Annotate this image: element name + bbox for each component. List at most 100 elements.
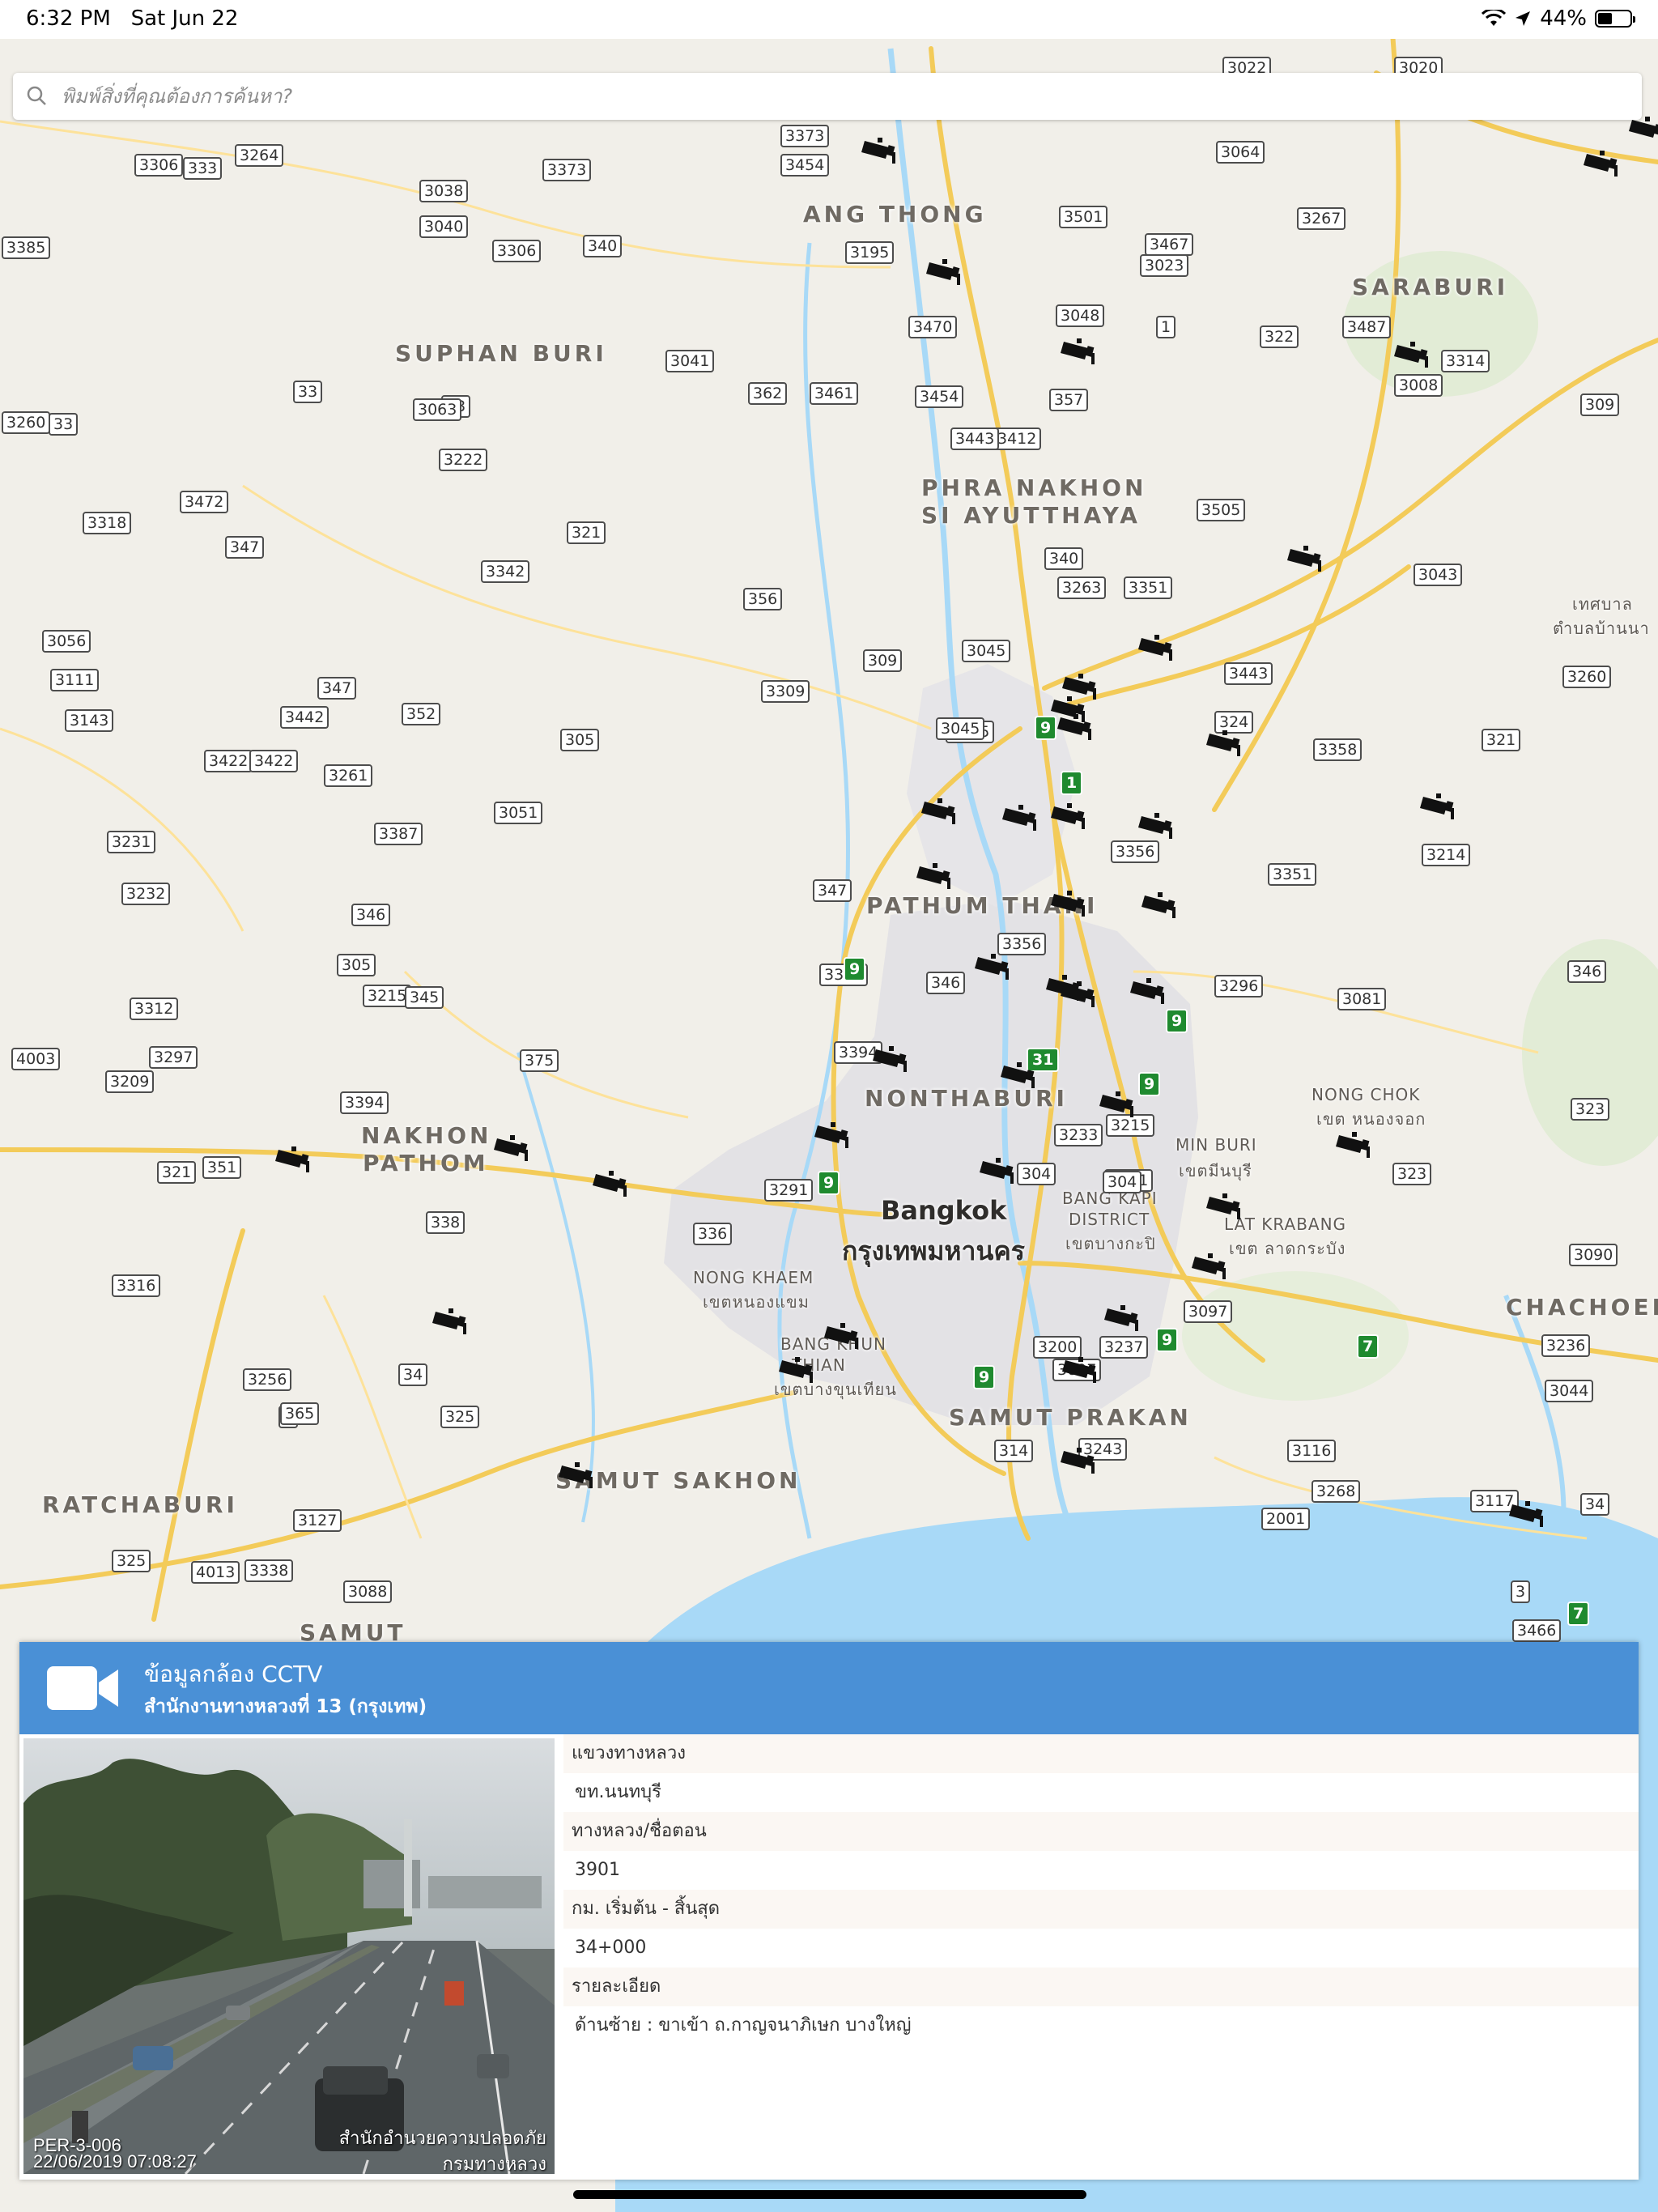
cctv-camera-icon[interactable] xyxy=(492,1134,533,1163)
cctv-camera-icon[interactable] xyxy=(274,1145,314,1174)
place-label: SUPHAN BURI xyxy=(395,340,607,367)
status-time: 6:32 PM Sat Jun 22 xyxy=(26,6,239,31)
cctv-camera-icon[interactable] xyxy=(777,1355,818,1385)
place-label: ตำบลบ้านนา xyxy=(1553,619,1650,638)
route-shield: 3264 xyxy=(235,144,284,167)
route-shield: 3214 xyxy=(1422,844,1471,866)
route-shield: 3385 xyxy=(2,236,51,259)
place-label: เขตมีนบุรี xyxy=(1179,1161,1252,1180)
cctv-camera-icon[interactable] xyxy=(1059,337,1099,366)
cctv-camera-icon[interactable] xyxy=(978,1156,1018,1185)
route-shield: 314 xyxy=(994,1440,1034,1462)
cctv-camera-icon[interactable] xyxy=(1001,803,1041,832)
route-shield: 3443 xyxy=(950,428,1000,450)
route-shield: 3143 xyxy=(65,709,114,732)
route-shield: 3505 xyxy=(1197,499,1246,521)
route-shield: 2001 xyxy=(1261,1508,1311,1530)
route-shield: 3394 xyxy=(340,1091,389,1114)
cctv-camera-icon[interactable] xyxy=(1140,891,1180,920)
search-bar[interactable] xyxy=(13,73,1642,120)
route-shield: 323 xyxy=(1392,1163,1432,1185)
route-shield: 3116 xyxy=(1287,1440,1337,1462)
route-shield: 33 xyxy=(49,413,79,436)
green-route-shield: 1 xyxy=(1061,771,1083,795)
cctv-camera-icon[interactable] xyxy=(1334,1130,1375,1159)
cctv-camera-icon[interactable] xyxy=(1059,1446,1099,1475)
place-label: SI AYUTTHAYA xyxy=(921,502,1141,529)
route-shield: 323 xyxy=(1571,1098,1610,1121)
route-shield: 3291 xyxy=(764,1179,814,1202)
cctv-camera-icon[interactable] xyxy=(1061,1355,1101,1385)
cctv-camera-icon[interactable] xyxy=(1286,544,1326,573)
battery-percent: 44% xyxy=(1540,6,1587,31)
cctv-camera-icon[interactable] xyxy=(1129,976,1169,1006)
place-label: เขต ลาดกระบัง xyxy=(1229,1239,1346,1258)
cctv-camera-icon[interactable] xyxy=(1103,1304,1143,1333)
cctv-camera-icon[interactable] xyxy=(871,1044,912,1074)
cctv-camera-icon[interactable] xyxy=(860,136,900,165)
place-label: เขตหนองแขม xyxy=(703,1292,810,1312)
search-input[interactable] xyxy=(62,76,1642,117)
cctv-camera-icon[interactable] xyxy=(1582,149,1622,178)
cctv-camera-icon[interactable] xyxy=(813,1121,853,1150)
route-shield: 340 xyxy=(1044,547,1084,570)
battery-icon xyxy=(1595,10,1635,28)
place-label: SARABURI xyxy=(1352,274,1509,300)
cctv-camera-icon[interactable] xyxy=(1098,1090,1138,1119)
route-shield: 321 xyxy=(567,521,606,544)
cctv-camera-icon[interactable] xyxy=(999,1061,1039,1090)
place-label: ANG THONG xyxy=(803,201,987,228)
green-route-shield: 9 xyxy=(818,1171,840,1195)
cctv-camera-icon[interactable] xyxy=(1205,1192,1245,1221)
cctv-camera-icon[interactable] xyxy=(591,1169,631,1198)
status-indicators: 44% xyxy=(1482,6,1635,31)
route-shield: 3373 xyxy=(542,159,592,181)
route-shield: 3358 xyxy=(1313,738,1363,761)
route-shield: 3097 xyxy=(1184,1300,1233,1323)
cctv-camera-icon[interactable] xyxy=(920,797,960,826)
cctv-camera-icon[interactable] xyxy=(925,257,965,287)
cctv-camera-icon[interactable] xyxy=(431,1307,471,1336)
route-shield: 3040 xyxy=(419,215,469,238)
route-shield: 325 xyxy=(112,1550,151,1572)
route-shield: 3237 xyxy=(1099,1336,1149,1359)
route-shield: 3467 xyxy=(1145,233,1194,256)
route-shield: 3422 xyxy=(249,750,299,772)
cctv-camera-icon[interactable] xyxy=(1049,802,1090,831)
route-shield: 3351 xyxy=(1268,863,1317,886)
cctv-camera-icon[interactable] xyxy=(1205,729,1245,758)
cctv-camera-icon[interactable] xyxy=(1392,340,1433,369)
home-indicator[interactable] xyxy=(573,2190,1086,2199)
cctv-camera-icon[interactable] xyxy=(1418,792,1459,821)
cctv-camera-icon[interactable] xyxy=(1137,633,1177,662)
green-route-shield: 9 xyxy=(844,957,866,981)
place-label: กรุงเทพมหานคร xyxy=(842,1236,1025,1266)
cctv-camera-icon[interactable] xyxy=(973,952,1014,981)
cctv-camera-icon[interactable] xyxy=(915,861,955,891)
field-value-km: 34+000 xyxy=(563,1929,1639,1967)
panel-body: PER-3-006 22/06/2019 07:08:27 สำนักอำนวย… xyxy=(19,1734,1639,2180)
field-value-detail: ด้านซ้าย : ขาเข้า ถ.กาญจนาภิเษก บางใหญ่ xyxy=(563,2006,1639,2045)
route-shield: 3231 xyxy=(107,831,156,853)
cctv-camera-icon[interactable] xyxy=(1056,713,1096,742)
route-shield: 3081 xyxy=(1337,988,1387,1010)
route-shield: 3236 xyxy=(1541,1334,1591,1357)
cctv-camera-icon[interactable] xyxy=(1507,1499,1548,1529)
route-shield: 347 xyxy=(317,677,357,700)
cctv-camera-icon[interactable] xyxy=(1190,1252,1231,1281)
cctv-camera-icon[interactable] xyxy=(1059,980,1099,1009)
route-shield: 3306 xyxy=(492,240,542,262)
field-label-km: กม. เริ่มต้น - สิ้นสุด xyxy=(563,1890,1639,1929)
route-shield: 3008 xyxy=(1394,374,1443,397)
panel-title: ข้อมูลกล้อง CCTV xyxy=(144,1661,323,1687)
route-shield: 3373 xyxy=(780,125,830,147)
snapshot-timestamp: 22/06/2019 07:08:27 xyxy=(33,2151,197,2172)
cctv-camera-icon[interactable] xyxy=(1049,889,1090,918)
route-shield: 3461 xyxy=(810,382,859,405)
cctv-camera-icon[interactable] xyxy=(1137,811,1177,840)
route-shield: 3267 xyxy=(1297,207,1346,230)
cctv-snapshot[interactable]: PER-3-006 22/06/2019 07:08:27 สำนักอำนวย… xyxy=(23,1738,555,2174)
cctv-camera-icon[interactable] xyxy=(557,1461,597,1490)
cctv-camera-icon[interactable] xyxy=(823,1321,863,1351)
route-shield: 3023 xyxy=(1140,254,1189,277)
